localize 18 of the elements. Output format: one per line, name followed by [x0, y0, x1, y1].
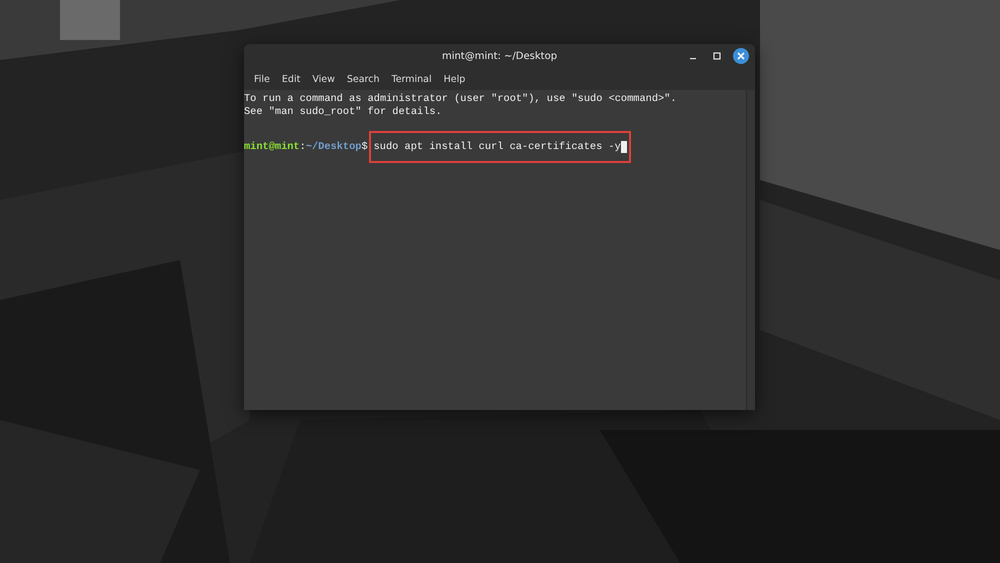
command-text: sudo apt install curl ca-certificates -y	[374, 140, 621, 153]
menu-item[interactable]: Help	[438, 72, 472, 86]
close-icon	[737, 52, 745, 60]
window-title: mint@mint: ~/Desktop	[442, 50, 558, 62]
menu-item[interactable]: Search	[340, 72, 386, 86]
scrollbar[interactable]	[746, 90, 755, 410]
menu-item[interactable]: Edit	[276, 72, 306, 86]
prompt-symbol: $	[361, 140, 368, 153]
prompt-path: ~/Desktop	[306, 140, 362, 153]
prompt-user: mint@mint	[244, 140, 300, 153]
prompt-separator: :	[300, 140, 306, 153]
output-line: See "man sudo_root" for details.	[244, 106, 443, 118]
menu-item[interactable]: View	[306, 72, 341, 86]
maximize-icon	[713, 52, 721, 60]
close-button[interactable]	[733, 48, 749, 64]
menu-item[interactable]: File	[248, 72, 276, 86]
menu-item[interactable]: Terminal	[386, 72, 438, 86]
output-line: To run a command as administrator (user "root"), use "sudo <command>".	[244, 93, 678, 106]
